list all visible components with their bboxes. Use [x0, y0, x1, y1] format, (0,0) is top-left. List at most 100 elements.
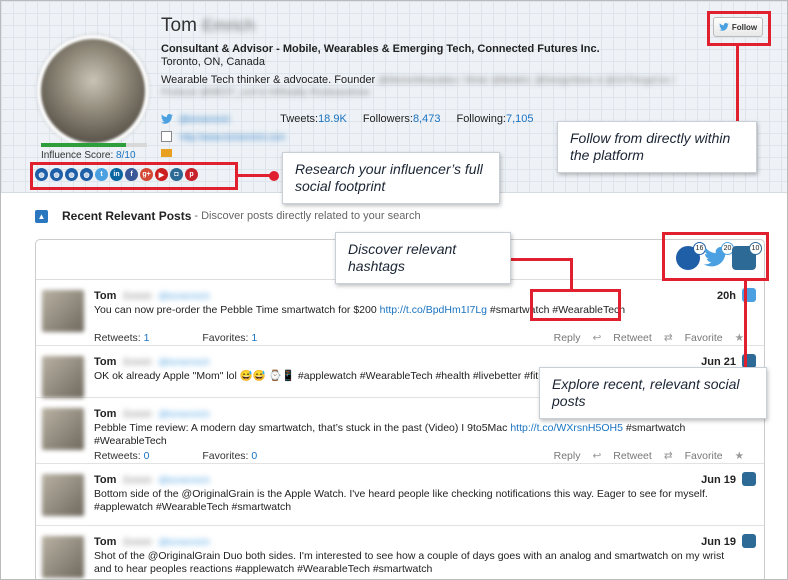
post-handle[interactable]: @tomemrich — [159, 291, 210, 301]
post-text: Shot of the @OriginalGrain Duo both side… — [94, 550, 725, 575]
post-action-buttons: Reply ↩ Retweet ⇄ Favorite ★ — [554, 450, 744, 462]
post-item[interactable]: Tom Emrich @tomemrich 20h You can now pr… — [36, 280, 764, 346]
favorite-button[interactable]: Favorite — [685, 332, 723, 344]
hashtag-callout: Discover relevant hashtags — [335, 232, 511, 284]
post-author: Tom Emrich @tomemrich — [94, 356, 210, 368]
follow-callout: Follow from directly within the platform — [557, 121, 757, 173]
retweet-button[interactable]: Retweet — [613, 332, 652, 344]
post-author-last: Emrich — [123, 475, 152, 485]
star-icon[interactable]: ★ — [735, 332, 744, 344]
post-text: Pebble Time review: A modern day smartwa… — [94, 422, 744, 448]
post-author: Tom Emrich @tomemrich — [94, 536, 210, 548]
post-author-last: Emrich — [123, 291, 152, 301]
retweets-label: Retweets: — [94, 332, 141, 344]
post-handle[interactable]: @tomemrich — [159, 409, 210, 419]
profile-headline: Consultant & Advisor - Mobile, Wearables… — [161, 43, 600, 55]
follow-highlight-box — [707, 11, 771, 46]
followers-label: Followers: — [362, 113, 413, 125]
post-avatar — [42, 290, 84, 332]
post-date: Jun 19 — [701, 536, 736, 548]
hashtag-highlight-box — [530, 289, 621, 321]
collapse-icon[interactable]: ▲ — [35, 209, 48, 223]
post-author: Tom Emrich @tomemrich — [94, 408, 210, 420]
post-item[interactable]: Tom Emrich @tomemrich Jun 19 Shot of the… — [36, 526, 764, 579]
favorite-button[interactable]: Favorite — [685, 450, 723, 462]
profile-bio: Wearable Tech thinker & advocate. Founde… — [161, 74, 701, 98]
website-row: http://www.tomemrich.com — [161, 131, 286, 142]
post-author-name: Tom — [94, 474, 117, 486]
post-date: Jun 19 — [701, 474, 736, 486]
followers-count: 8,473 — [412, 113, 441, 125]
explore-highlight-box — [662, 232, 769, 281]
post-author: Tom Emrich @tomemrich — [94, 290, 210, 302]
retweets-count: Retweets: 0 — [94, 450, 149, 462]
instagram-icon — [742, 472, 756, 486]
link-icon — [161, 131, 172, 142]
favorites-value: 1 — [251, 332, 258, 344]
retweets-label: Retweets: — [94, 450, 141, 462]
tweets-stat: Tweets:18.9K — [280, 113, 347, 125]
post-text: Bottom side of the @OriginalGrain is the… — [94, 488, 708, 513]
tweets-label: Tweets: — [280, 113, 319, 125]
post-author-last: Emrich — [123, 537, 152, 547]
bio-text: Wearable Tech thinker & advocate. Founde… — [161, 74, 376, 86]
favorites-label: Favorites: — [202, 332, 249, 344]
post-author-name: Tom — [94, 408, 117, 420]
post-link[interactable]: http://t.co/WXrsnH5OH5 — [510, 422, 623, 434]
app-frame: Influence Score: 8/10 Tom Emrich Consult… — [0, 0, 788, 580]
followers-stat: Followers:8,473 — [363, 113, 441, 125]
explore-callout: Explore recent, relevant social posts — [539, 367, 767, 419]
influence-label: Influence Score: — [41, 150, 114, 161]
post-avatar — [42, 408, 84, 450]
retweet-icon[interactable]: ⇄ — [664, 450, 673, 462]
last-name: Emrich — [202, 16, 256, 35]
twitter-handle[interactable]: @tomemrich — [179, 114, 230, 124]
twitter-icon — [161, 114, 173, 124]
star-icon[interactable]: ★ — [735, 450, 744, 462]
email-icon[interactable] — [161, 149, 172, 157]
post-item[interactable]: Tom Emrich @tomemrich Jun 19 Bottom side… — [36, 464, 764, 526]
first-name: Tom — [161, 15, 197, 36]
post-author: Tom Emrich @tomemrich — [94, 474, 210, 486]
research-highlight-box — [30, 162, 238, 190]
post-author-last: Emrich — [123, 409, 152, 419]
favorites-value: 0 — [251, 450, 258, 462]
instagram-icon — [742, 534, 756, 548]
favorites-count: Favorites: 0 — [202, 450, 257, 462]
section-title: Recent Relevant Posts — [62, 209, 192, 223]
post-actions: Retweets: 0 Favorites: 0 Reply ↩ Retweet… — [94, 450, 744, 462]
retweets-value: 0 — [143, 450, 150, 462]
profile-name: Tom Emrich — [161, 15, 255, 37]
research-dot — [269, 171, 279, 181]
post-date: 20h — [717, 290, 736, 302]
post-author-name: Tom — [94, 290, 117, 302]
post-actions: Retweets: 1 Favorites: 1 Reply ↩ Retweet… — [94, 332, 744, 344]
website-link[interactable]: http://www.tomemrich.com — [180, 132, 286, 142]
post-handle[interactable]: @tomemrich — [159, 475, 210, 485]
post-author-name: Tom — [94, 536, 117, 548]
post-author-last: Emrich — [123, 357, 152, 367]
post-handle[interactable]: @tomemrich — [159, 357, 210, 367]
post-avatar — [42, 536, 84, 578]
section-subtitle: - Discover posts directly related to you… — [194, 210, 421, 222]
following-label: Following: — [456, 113, 506, 125]
retweets-count: Retweets: 1 — [94, 332, 149, 344]
retweet-icon[interactable]: ⇄ — [664, 332, 673, 344]
influence-score-bar — [41, 143, 147, 147]
reply-button[interactable]: Reply — [554, 450, 581, 462]
post-author-name: Tom — [94, 356, 117, 368]
reply-button[interactable]: Reply — [554, 332, 581, 344]
post-handle[interactable]: @tomemrich — [159, 537, 210, 547]
reply-icon[interactable]: ↩ — [592, 450, 601, 462]
post-body: Pebble Time review: A modern day smartwa… — [94, 422, 511, 434]
tweets-count: 18.9K — [318, 113, 347, 125]
post-body: You can now pre-order the Pebble Time sm… — [94, 304, 380, 316]
favorites-label: Favorites: — [202, 450, 249, 462]
following-count: 7,105 — [506, 113, 534, 125]
following-stat: Following:7,105 — [456, 113, 533, 125]
retweet-button[interactable]: Retweet — [613, 450, 652, 462]
reply-icon[interactable]: ↩ — [592, 332, 601, 344]
influence-value: 8/10 — [116, 150, 136, 161]
profile-stats: @tomemrich Tweets:18.9K Followers:8,473 … — [161, 113, 550, 125]
post-link[interactable]: http://t.co/BpdHm1I7Lg — [380, 304, 487, 316]
